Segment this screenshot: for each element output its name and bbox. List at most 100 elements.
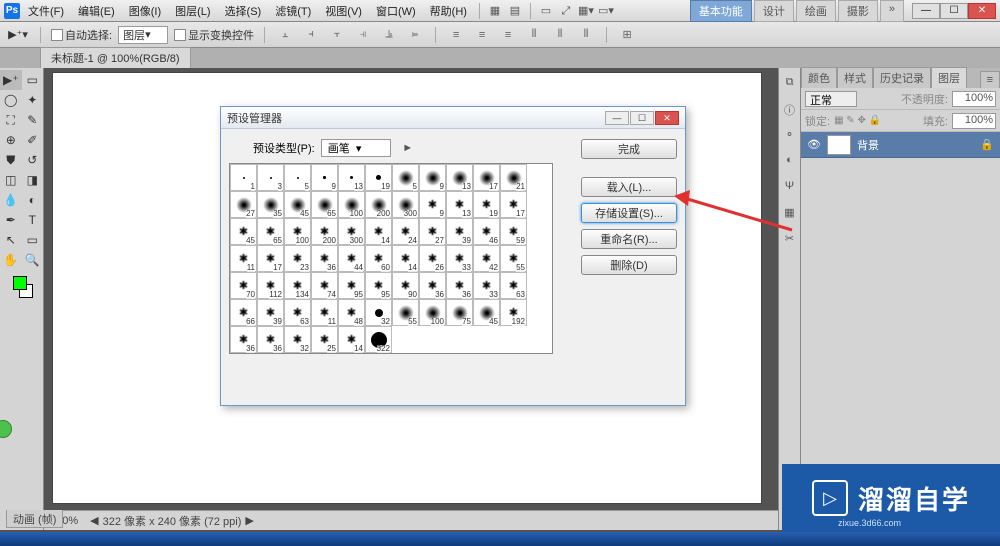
minimize-button[interactable]: — xyxy=(912,3,940,19)
brush-preset-95[interactable]: ✱95 xyxy=(338,272,365,299)
distribute-hcenter-icon[interactable]: ⦀ xyxy=(550,25,570,45)
zoom-level-icon[interactable]: ⤢ xyxy=(557,2,575,20)
brush-preset-112[interactable]: ✱112 xyxy=(257,272,284,299)
brush-preset-48[interactable]: ✱48 xyxy=(338,299,365,326)
eye-icon[interactable]: 👁 xyxy=(807,138,821,151)
brush-preset-19[interactable]: 19 xyxy=(365,164,392,191)
preset-type-select[interactable]: 画笔 ▾ xyxy=(321,139,391,157)
brush-preset-322[interactable]: 322 xyxy=(365,326,392,353)
brush-preset-36[interactable]: ✱36 xyxy=(257,326,284,353)
distribute-right-icon[interactable]: ⦀ xyxy=(576,25,596,45)
brush-tool[interactable]: ✐ xyxy=(22,130,44,150)
align-right-icon[interactable]: ⫢ xyxy=(405,25,425,45)
workspace-design[interactable]: 设计 xyxy=(754,0,794,22)
brush-preset-134[interactable]: ✱134 xyxy=(284,272,311,299)
menu-select[interactable]: 选择(S) xyxy=(219,1,268,21)
brush-preset-95[interactable]: ✱95 xyxy=(365,272,392,299)
brush-preset-63[interactable]: ✱63 xyxy=(500,272,527,299)
brush-preset-42[interactable]: ✱42 xyxy=(473,245,500,272)
auto-select-check[interactable]: 自动选择: xyxy=(51,27,112,43)
gradient-tool[interactable]: ◨ xyxy=(22,170,44,190)
workspace-essentials[interactable]: 基本功能 xyxy=(690,0,752,22)
brush-preset-14[interactable]: ✱14 xyxy=(365,218,392,245)
screen-mode-icon[interactable]: ▭▾ xyxy=(597,2,615,20)
brush-preset-66[interactable]: ✱66 xyxy=(230,299,257,326)
brush-preset-192[interactable]: ✱192 xyxy=(500,299,527,326)
brush-preset-36[interactable]: ✱36 xyxy=(230,326,257,353)
doc-info[interactable]: ◀322 像素 x 240 像素 (72 ppi)▶ xyxy=(90,513,254,529)
dialog-close-button[interactable]: ✕ xyxy=(655,111,679,125)
brush-preset-26[interactable]: ✱26 xyxy=(419,245,446,272)
adjustments-icon[interactable]: ◐ xyxy=(782,154,798,170)
brush-preset-36[interactable]: ✱36 xyxy=(446,272,473,299)
brush-preset-200[interactable]: 200 xyxy=(365,191,392,218)
eyedropper-tool[interactable]: ✎ xyxy=(22,110,44,130)
blur-tool[interactable]: 💧 xyxy=(0,190,22,210)
brush-preset-70[interactable]: ✱70 xyxy=(230,272,257,299)
brush-preset-100[interactable]: ✱100 xyxy=(284,218,311,245)
brush-preset-17[interactable]: ✱17 xyxy=(257,245,284,272)
brush-preset-100[interactable]: 100 xyxy=(419,299,446,326)
dialog-maximize-button[interactable]: ☐ xyxy=(630,111,654,125)
layer-row-background[interactable]: 👁 背景 🔒 xyxy=(801,132,1000,158)
align-top-icon[interactable]: ⫠ xyxy=(275,25,295,45)
healing-tool[interactable]: ⊕ xyxy=(0,130,22,150)
brush-preset-3[interactable]: 3 xyxy=(257,164,284,191)
workspace-painting[interactable]: 绘画 xyxy=(796,0,836,22)
menu-layer[interactable]: 图层(L) xyxy=(169,1,216,21)
tab-styles[interactable]: 样式 xyxy=(837,67,873,88)
show-transform-check[interactable]: 显示变换控件 xyxy=(174,27,254,43)
fill-input[interactable]: 100% xyxy=(952,113,996,129)
paragraph-icon[interactable]: ▦ xyxy=(782,206,798,222)
brush-preset-14[interactable]: ✱14 xyxy=(392,245,419,272)
brush-preset-24[interactable]: ✱24 xyxy=(392,218,419,245)
panel-menu-icon[interactable]: ≡ xyxy=(980,71,1000,88)
brush-preset-27[interactable]: ✱27 xyxy=(419,218,446,245)
brush-preset-32[interactable]: ✱32 xyxy=(284,326,311,353)
swatches-icon[interactable]: ⚬ xyxy=(782,128,798,144)
menu-view[interactable]: 视图(V) xyxy=(319,1,368,21)
brush-preset-21[interactable]: 21 xyxy=(500,164,527,191)
dialog-titlebar[interactable]: 预设管理器 — ☐ ✕ xyxy=(221,107,685,129)
eraser-tool[interactable]: ◫ xyxy=(0,170,22,190)
brush-preset-65[interactable]: ✱65 xyxy=(257,218,284,245)
shape-tool[interactable]: ▭ xyxy=(22,230,44,250)
preset-flyout-icon[interactable]: ► xyxy=(401,141,415,155)
brush-preset-39[interactable]: ✱39 xyxy=(257,299,284,326)
brush-grid[interactable]: 135913195913172127354565100200300✱9✱13✱1… xyxy=(229,163,553,354)
brush-preset-36[interactable]: ✱36 xyxy=(419,272,446,299)
move-tool[interactable]: ▶⁺ xyxy=(0,70,22,90)
workspace-photography[interactable]: 摄影 xyxy=(838,0,878,22)
brush-preset-75[interactable]: 75 xyxy=(446,299,473,326)
brush-preset-9[interactable]: ✱9 xyxy=(419,191,446,218)
save-set-button[interactable]: 存储设置(S)... xyxy=(581,203,677,223)
arrange-docs-icon[interactable]: ▦▾ xyxy=(577,2,595,20)
brush-preset-35[interactable]: 35 xyxy=(257,191,284,218)
brush-preset-60[interactable]: ✱60 xyxy=(365,245,392,272)
brush-preset-46[interactable]: ✱46 xyxy=(473,218,500,245)
dialog-minimize-button[interactable]: — xyxy=(605,111,629,125)
brush-preset-14[interactable]: ✱14 xyxy=(338,326,365,353)
pen-tool[interactable]: ✒ xyxy=(0,210,22,230)
maximize-button[interactable]: ☐ xyxy=(940,3,968,19)
marquee-tool[interactable]: ▭ xyxy=(22,70,44,90)
brush-preset-45[interactable]: ✱45 xyxy=(230,218,257,245)
brush-preset-45[interactable]: 45 xyxy=(473,299,500,326)
info-icon[interactable]: ⓘ xyxy=(782,102,798,118)
character-icon[interactable]: Ψ xyxy=(782,180,798,196)
brush-preset-36[interactable]: ✱36 xyxy=(311,245,338,272)
history-brush-tool[interactable]: ↺ xyxy=(22,150,44,170)
brush-preset-200[interactable]: ✱200 xyxy=(311,218,338,245)
wand-tool[interactable]: ✦ xyxy=(22,90,44,110)
align-hcenter-icon[interactable]: ⫡ xyxy=(379,25,399,45)
brush-preset-300[interactable]: 300 xyxy=(392,191,419,218)
brush-preset-100[interactable]: 100 xyxy=(338,191,365,218)
brush-preset-39[interactable]: ✱39 xyxy=(446,218,473,245)
brush-preset-55[interactable]: 55 xyxy=(392,299,419,326)
tab-layers[interactable]: 图层 xyxy=(931,67,967,88)
distribute-bottom-icon[interactable]: ≡ xyxy=(498,25,518,45)
close-button[interactable]: ✕ xyxy=(968,3,996,19)
brush-preset-45[interactable]: 45 xyxy=(284,191,311,218)
brush-preset-33[interactable]: ✱33 xyxy=(446,245,473,272)
opacity-input[interactable]: 100% xyxy=(952,91,996,107)
